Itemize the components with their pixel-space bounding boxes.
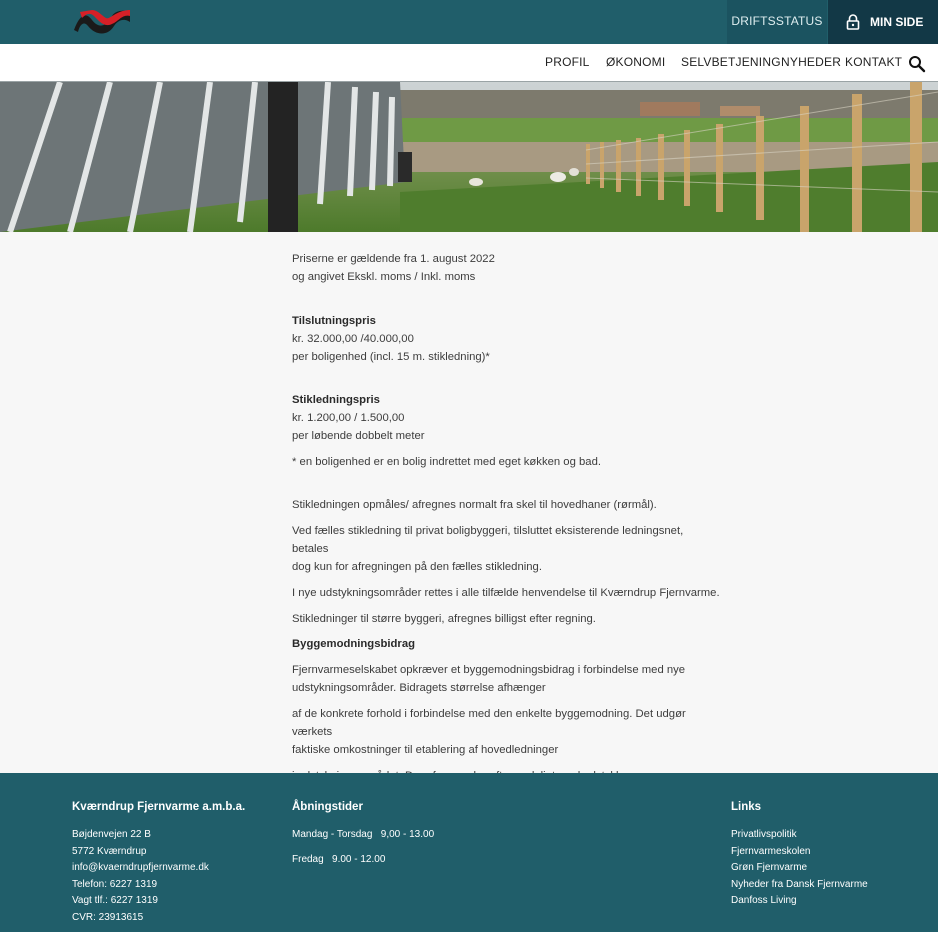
intro-line-2: og angivet Ekskl. moms / Inkl. moms (292, 271, 476, 283)
min-side-button[interactable]: MIN SIDE (828, 0, 938, 44)
main-content: Priserne er gældende fra 1. august 2022 … (292, 250, 722, 785)
paragraph-2a: Ved fælles stikledning til privat boligb… (292, 525, 684, 555)
footer-company: Kværndrup Fjernvarme a.m.b.a. Bøjdenveje… (72, 799, 245, 926)
nav-item-okonomi[interactable]: ØKONOMI (606, 55, 665, 69)
main-nav: PROFIL ØKONOMI SELVBETJENING NYHEDER KON… (0, 44, 938, 82)
paragraph-3: I nye udstykningsområder rettes i alle t… (292, 587, 720, 599)
footer-links: Links Privatlivspolitik Fjernvarmeskolen… (731, 799, 868, 910)
footer-link-privatlivspolitik[interactable]: Privatlivspolitik (731, 827, 868, 844)
footer-company-title: Kværndrup Fjernvarme a.m.b.a. (72, 801, 246, 813)
footer-address: Bøjdenvejen 22 B (72, 829, 151, 840)
stikledning-note: per løbende dobbelt meter (292, 430, 425, 442)
paragraph-5b: udstykningsområder. Bidragets størrelse … (292, 682, 546, 694)
footer-phone: Telefon: 6227 1319 (72, 878, 158, 890)
tilslutning-note: per boligenhed (incl. 15 m. stikledning)… (292, 351, 490, 363)
stikledning-heading: Stikledningspris (292, 394, 380, 406)
nav-item-selvbetjening[interactable]: SELVBETJENING (681, 55, 781, 69)
nav-item-nyheder[interactable]: NYHEDER (781, 55, 841, 69)
hero-image (0, 82, 938, 232)
footer-hours: Åbningstider Mandag - Torsdag 9,00 - 13.… (292, 799, 434, 868)
nav-item-kontakt[interactable]: KONTAKT (845, 55, 902, 69)
paragraph-4: Stikledninger til større byggeri, afregn… (292, 613, 596, 625)
intro-line-1: Priserne er gældende fra 1. august 2022 (292, 253, 495, 265)
footer-hours-mon-thu: Mandag - Torsdag 9,00 - 13.00 (292, 829, 435, 840)
company-logo[interactable] (72, 8, 132, 36)
min-side-label: MIN SIDE (870, 15, 924, 29)
tilslutning-heading: Tilslutningspris (292, 315, 376, 327)
paragraph-6b: faktiske omkostninger til etablering af … (292, 744, 559, 756)
tilslutning-price: kr. 32.000,00 /40.000,00 (292, 333, 414, 345)
stikledning-price: kr. 1.200,00 / 1.500,00 (292, 412, 405, 424)
footer: Kværndrup Fjernvarme a.m.b.a. Bøjdenveje… (0, 773, 938, 932)
top-bar: DRIFTSSTATUS MIN SIDE (0, 0, 938, 44)
paragraph-5a: Fjernvarmeselskabet opkræver et byggemod… (292, 664, 686, 676)
lock-icon (846, 14, 860, 30)
byggemodning-heading: Byggemodningsbidrag (292, 638, 416, 650)
paragraph-1: Stikledningen opmåles/ afregnes normalt … (292, 499, 657, 511)
search-icon[interactable] (908, 55, 926, 73)
footer-link-gron-fjernvarme[interactable]: Grøn Fjernvarme (731, 860, 868, 877)
driftsstatus-button[interactable]: DRIFTSSTATUS (727, 0, 827, 44)
footer-links-title: Links (731, 801, 762, 813)
nav-item-profil[interactable]: PROFIL (545, 55, 590, 69)
footer-link-fjernvarmeskolen[interactable]: Fjernvarmeskolen (731, 844, 868, 861)
footer-vagt-phone: Vagt tlf.: 6227 1319 (72, 895, 158, 906)
footer-hours-fri: Fredag 9.00 - 12.00 (292, 853, 386, 865)
footer-email-link[interactable]: info@kvaerndrupfjernvarme.dk (72, 860, 245, 877)
paragraph-6a: af de konkrete forhold i forbindelse med… (292, 708, 686, 738)
footer-link-nyheder-dansk-fjernvarme[interactable]: Nyheder fra Dansk Fjernvarme (731, 877, 868, 894)
footer-city: 5772 Kværndrup (72, 845, 147, 857)
footnote: * en boligenhed er en bolig indrettet me… (292, 456, 601, 468)
footer-link-danfoss-living[interactable]: Danfoss Living (731, 893, 868, 910)
paragraph-2b: dog kun for afregningen på den fælles st… (292, 561, 542, 573)
footer-cvr: CVR: 23913615 (72, 911, 144, 923)
footer-hours-title: Åbningstider (292, 801, 363, 813)
